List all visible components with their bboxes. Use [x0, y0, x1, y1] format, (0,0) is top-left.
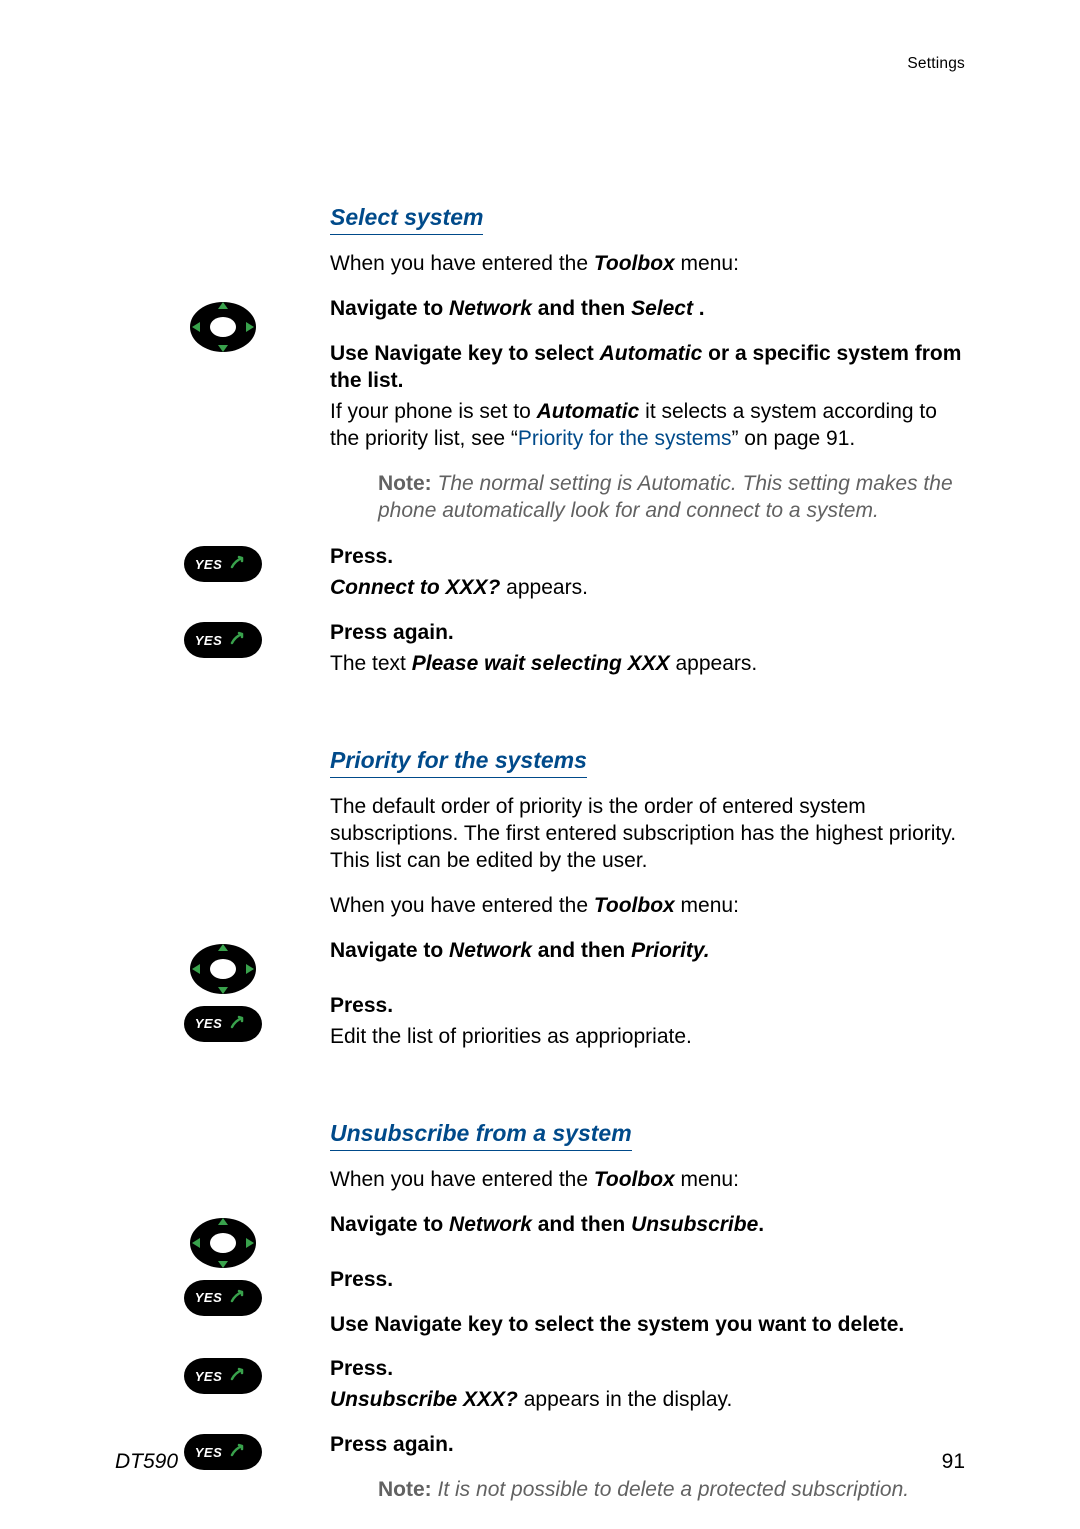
text-bold-italic: Connect to XXX?	[330, 576, 500, 599]
text: The default order of priority is the ord…	[330, 794, 965, 875]
yes-button-icon: YES	[184, 1358, 262, 1394]
text-bold-italic: Toolbox	[594, 894, 675, 917]
text-bold: and then	[532, 939, 631, 962]
text: menu:	[675, 894, 739, 917]
yes-label: YES	[195, 1290, 223, 1305]
yes-button-icon: YES	[184, 622, 262, 658]
text: When you have entered the	[330, 1168, 594, 1191]
text-bold-italic: Network	[449, 297, 532, 320]
navigate-key-icon	[186, 1214, 260, 1272]
yes-button-icon: YES	[184, 546, 262, 582]
text: When you have entered the	[330, 252, 594, 275]
text-bold: Navigate to	[330, 1213, 449, 1236]
yes-button-icon: YES	[184, 1280, 262, 1316]
text-bold: and then	[532, 1213, 631, 1236]
text: appears.	[500, 576, 588, 599]
yes-button-icon: YES	[184, 1006, 262, 1042]
text-bold-italic: Automatic	[600, 342, 703, 365]
navigate-key-icon	[186, 940, 260, 998]
text-bold-italic: Toolbox	[594, 1168, 675, 1191]
note-block: Note: It is not possible to delete a pro…	[330, 1477, 965, 1504]
text-bold: Press.	[330, 1356, 965, 1383]
page-header: Settings	[115, 55, 965, 73]
text-bold: .	[699, 297, 705, 320]
text-bold: Press again.	[330, 620, 965, 647]
yes-label: YES	[195, 1016, 223, 1031]
text: appears in the display.	[518, 1388, 732, 1411]
text: When you have entered the	[330, 894, 594, 917]
text-bold: and then	[532, 297, 631, 320]
text: Edit the list of priorities as appriopri…	[330, 1024, 965, 1051]
yes-label: YES	[195, 633, 223, 648]
page-footer: DT590 91	[115, 1450, 965, 1474]
note-label: Note:	[378, 1478, 432, 1501]
text-bold-italic: Toolbox	[594, 252, 675, 275]
text: ” on page 91.	[731, 427, 855, 450]
text-bold: Use Navigate key to select	[330, 342, 600, 365]
text-bold: Navigate to	[330, 297, 449, 320]
text-bold-italic: Unsubscribe	[631, 1213, 758, 1236]
text-bold: Press.	[330, 1267, 965, 1294]
text-bold-italic: Network	[449, 1213, 532, 1236]
text-bold: Use Navigate key to select the system yo…	[330, 1312, 965, 1339]
text-bold-italic: Unsubscribe XXX?	[330, 1388, 518, 1411]
text-bold-italic: Priority.	[631, 939, 710, 962]
yes-label: YES	[195, 1369, 223, 1384]
text-bold: .	[758, 1213, 764, 1236]
text-bold-italic: Automatic	[537, 400, 640, 423]
footer-model: DT590	[115, 1450, 178, 1474]
heading-select-system: Select system	[330, 203, 483, 235]
text: If your phone is set to	[330, 400, 537, 423]
note-block: Note: The normal setting is Automatic. T…	[330, 471, 965, 525]
text: The text	[330, 652, 412, 675]
link-priority-for-the-systems[interactable]: Priority for the systems	[518, 427, 732, 450]
text: appears.	[670, 652, 758, 675]
text: menu:	[675, 1168, 739, 1191]
text-bold-italic: Network	[449, 939, 532, 962]
text-bold: Navigate to	[330, 939, 449, 962]
text: menu:	[675, 252, 739, 275]
text-bold-italic: Select	[631, 297, 699, 320]
heading-priority-for-the-systems: Priority for the systems	[330, 746, 587, 778]
heading-unsubscribe-from-a-system: Unsubscribe from a system	[330, 1119, 632, 1151]
note-text: The normal setting is Automatic. This se…	[378, 472, 953, 522]
navigate-key-icon	[186, 298, 260, 356]
text-bold: Press.	[330, 993, 965, 1020]
note-text: It is not possible to delete a protected…	[438, 1478, 910, 1501]
note-label: Note:	[378, 472, 432, 495]
yes-label: YES	[195, 557, 223, 572]
footer-page-number: 91	[942, 1450, 965, 1474]
text-bold-italic: Please wait selecting XXX	[412, 652, 670, 675]
text-bold: Press.	[330, 544, 965, 571]
